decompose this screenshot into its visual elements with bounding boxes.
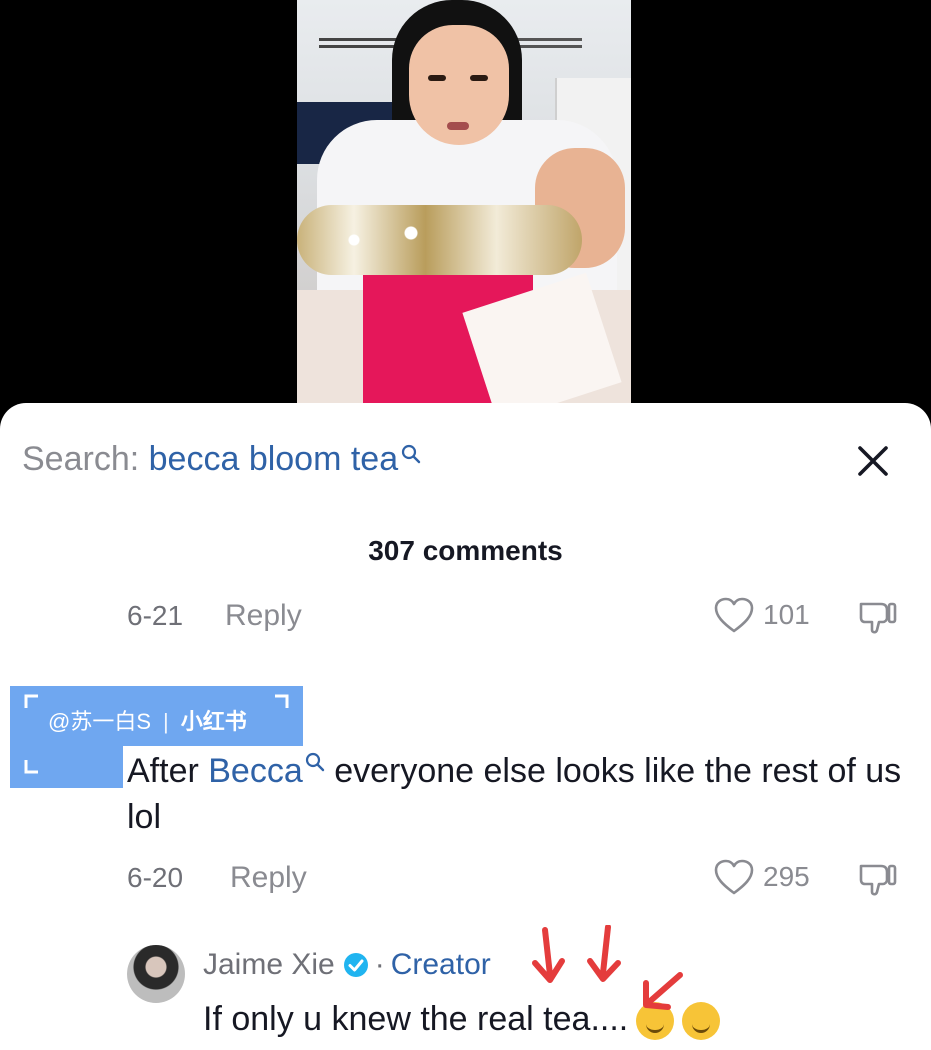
search-prefix: Search: — [22, 440, 140, 478]
search-icon — [305, 752, 324, 772]
creator-badge: Creator — [390, 948, 491, 981]
arrow-annotation — [532, 925, 683, 1010]
like-button[interactable]: 101 — [713, 596, 810, 634]
heart-icon — [714, 597, 754, 633]
watermark-text: @苏一白S | 小红书 — [48, 709, 247, 734]
jeweled-bow — [297, 205, 582, 275]
close-icon[interactable] — [852, 440, 894, 482]
comment-date: 6-20 — [127, 862, 184, 893]
video-frame[interactable] — [297, 0, 631, 405]
search-suggestion[interactable]: Search: becca bloom tea — [22, 440, 421, 479]
dislike-icon[interactable] — [857, 860, 899, 900]
like-count: 295 — [763, 861, 810, 892]
person-mouth — [447, 122, 469, 130]
search-icon — [402, 444, 421, 464]
search-term[interactable]: becca bloom tea — [149, 440, 399, 478]
like-button[interactable]: 295 — [713, 858, 810, 896]
comment-date: 6-21 — [127, 600, 184, 631]
author-name[interactable]: Jaime Xie — [203, 948, 335, 982]
separator-dot: · — [374, 948, 385, 981]
comments-count: 307 comments — [368, 535, 563, 566]
watermark: @苏一白S | 小红书 — [10, 686, 303, 788]
person-eye-left — [428, 75, 446, 81]
video-area[interactable] — [0, 0, 931, 420]
reply-button[interactable]: Reply — [230, 861, 307, 895]
dislike-icon[interactable] — [857, 598, 899, 638]
heart-icon — [714, 859, 754, 895]
like-count: 101 — [763, 599, 810, 630]
reply-button[interactable]: Reply — [225, 599, 302, 633]
verified-icon — [343, 953, 368, 977]
creator-header: Jaime Xie · Creator — [203, 948, 491, 982]
xiaohongshu-logo: 小红书 — [180, 709, 247, 734]
person-eye-right — [470, 75, 488, 81]
creator-avatar[interactable] — [127, 945, 185, 1003]
